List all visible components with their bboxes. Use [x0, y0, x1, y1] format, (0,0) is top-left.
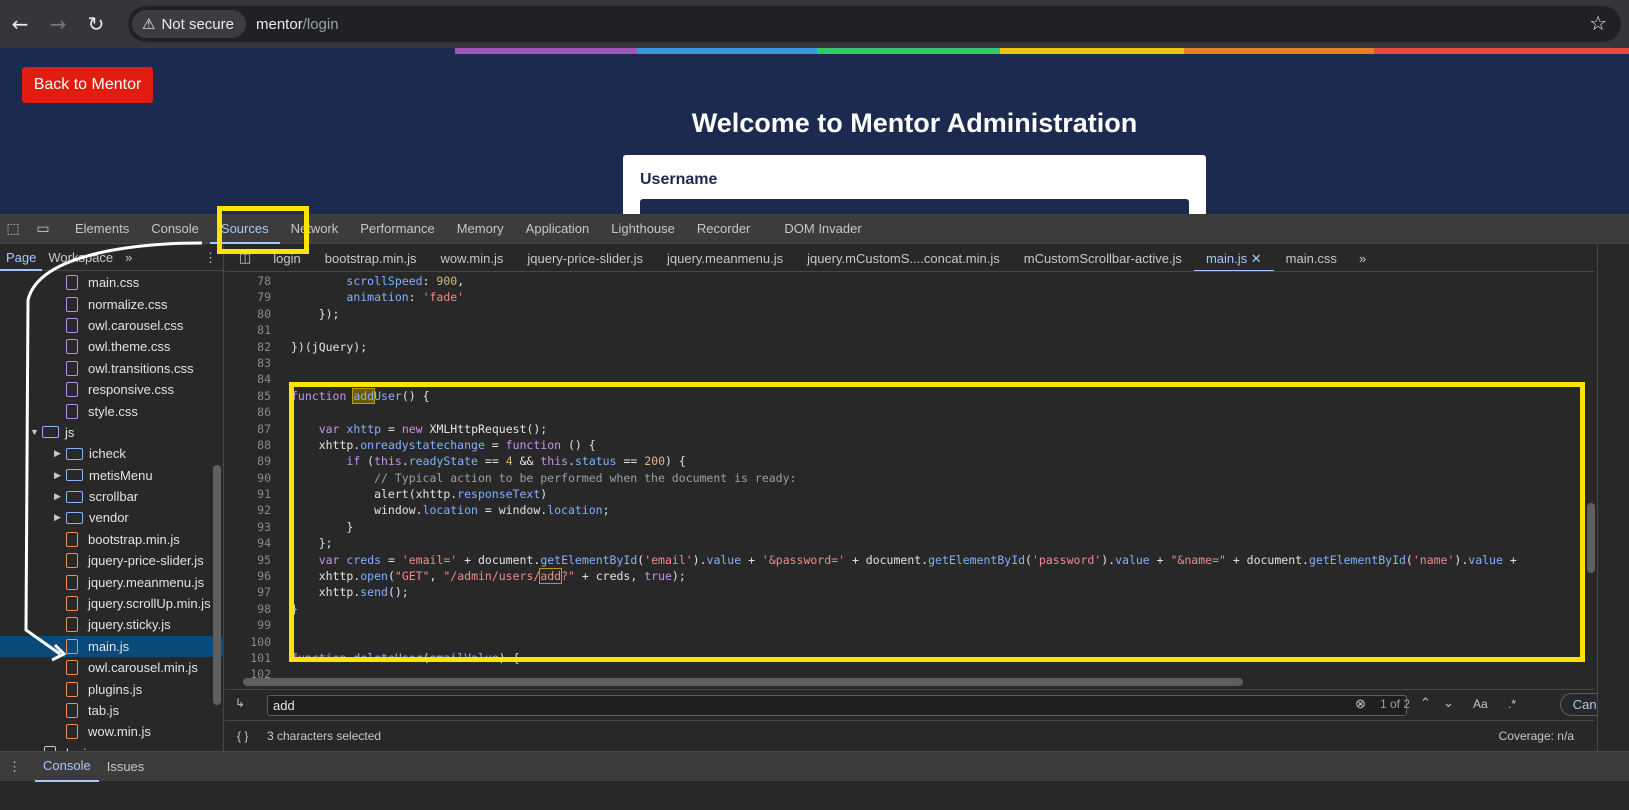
annotation-arrow	[24, 241, 203, 662]
